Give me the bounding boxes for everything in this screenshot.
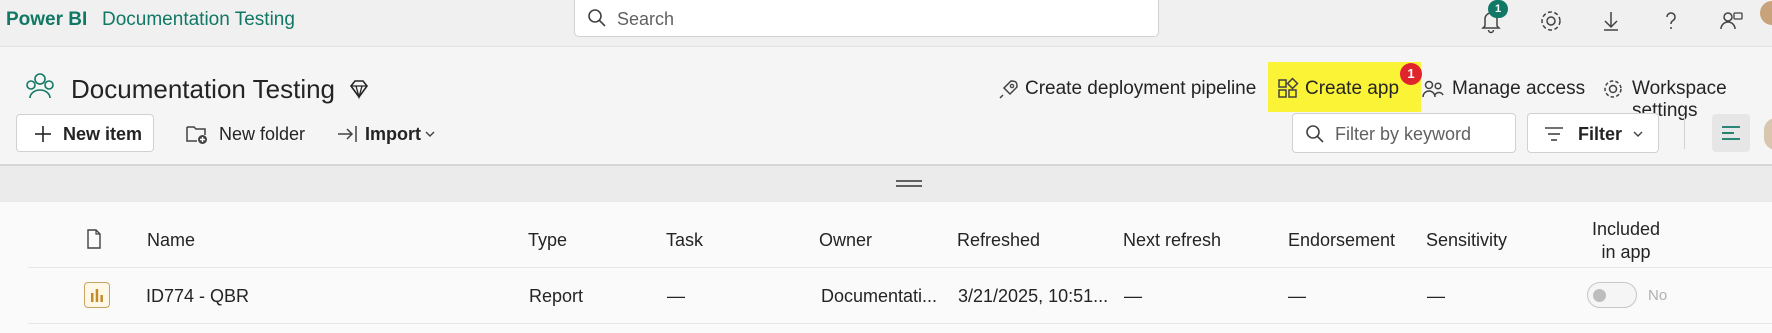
row-next-refresh: — [1124, 286, 1142, 306]
new-item-label: New item [63, 124, 143, 144]
column-header-sensitivity[interactable]: Sensitivity [1426, 230, 1507, 251]
items-table: Name Type Task Owner Refreshed Next refr… [0, 202, 1772, 333]
row-task: — [667, 286, 685, 306]
new-folder-button[interactable]: New folder [219, 124, 305, 145]
create-app-badge: 1 [1400, 63, 1422, 85]
breadcrumb-workspace[interactable]: Documentation Testing [102, 9, 295, 31]
search-icon [1306, 125, 1324, 143]
filter-label: Filter [1578, 124, 1623, 144]
help-icon[interactable] [1657, 7, 1685, 35]
new-item-button[interactable]: New item [16, 114, 154, 152]
row-divider [28, 323, 1772, 324]
top-bar: Power BI Documentation Testing Search 1 [0, 0, 1772, 47]
column-header-included-in-app[interactable]: Included in app [1576, 218, 1676, 264]
toggle-knob [1593, 289, 1606, 302]
search-icon [588, 9, 606, 27]
filter-icon [1545, 127, 1563, 141]
download-icon[interactable] [1597, 7, 1625, 35]
included-in-app-toggle[interactable] [1587, 282, 1637, 308]
toolbar-divider [1684, 117, 1685, 149]
search-placeholder: Search [617, 9, 675, 29]
search-input[interactable]: Search [574, 0, 1159, 37]
workspace-icon [26, 73, 54, 99]
manage-access-button[interactable]: Manage access [1452, 78, 1585, 100]
column-header-task[interactable]: Task [666, 230, 703, 251]
create-pipeline-button[interactable]: Create deployment pipeline [1025, 78, 1256, 100]
chevron-down-icon [1633, 131, 1643, 137]
settings-gear-icon [1604, 80, 1622, 98]
notification-badge: 1 [1488, 0, 1508, 18]
people-icon [1422, 80, 1444, 98]
row-sensitivity: — [1427, 286, 1445, 306]
included-in-app-label: No [1648, 287, 1668, 304]
rocket-icon [999, 80, 1018, 99]
feedback-icon[interactable] [1717, 7, 1745, 35]
drag-handle-icon[interactable] [896, 180, 922, 188]
column-header-name[interactable]: Name [147, 230, 195, 251]
avatar[interactable] [1760, 1, 1772, 25]
filter-button[interactable]: Filter [1527, 113, 1659, 153]
chevron-down-icon[interactable] [424, 128, 436, 140]
secondary-avatar[interactable] [1764, 118, 1772, 150]
import-button[interactable]: Import [365, 124, 421, 145]
report-icon [84, 282, 110, 308]
new-folder-icon [186, 126, 207, 144]
import-icon [338, 126, 357, 142]
row-refreshed: 3/21/2025, 10:51... [958, 286, 1109, 306]
premium-diamond-icon [349, 80, 369, 100]
column-header-included-line2: in app [1601, 242, 1651, 262]
header-divider [28, 267, 1772, 268]
list-view-icon [1722, 126, 1740, 140]
file-type-icon [87, 229, 101, 249]
column-header-owner[interactable]: Owner [819, 230, 872, 251]
row-endorsement: — [1288, 286, 1306, 306]
column-header-next-refresh[interactable]: Next refresh [1123, 230, 1221, 251]
page-title: Documentation Testing [71, 74, 336, 104]
plus-icon [35, 126, 51, 142]
apps-icon [1278, 77, 1299, 98]
row-name[interactable]: ID774 - QBR [146, 286, 249, 307]
row-owner: Documentati... [821, 286, 938, 306]
column-header-type[interactable]: Type [528, 230, 567, 251]
pane-splitter[interactable] [0, 164, 1772, 202]
column-header-refreshed[interactable]: Refreshed [957, 230, 1040, 251]
list-view-toggle[interactable] [1712, 114, 1750, 152]
column-header-endorsement[interactable]: Endorsement [1288, 230, 1395, 251]
column-header-included-line1: Included [1591, 219, 1661, 239]
row-type: Report [529, 286, 584, 306]
create-app-button[interactable]: Create app [1305, 78, 1399, 100]
filter-placeholder: Filter by keyword [1335, 124, 1472, 144]
brand-logo[interactable]: Power BI [6, 9, 87, 31]
filter-keyword-input[interactable]: Filter by keyword [1292, 113, 1516, 153]
gear-icon[interactable] [1537, 7, 1565, 35]
